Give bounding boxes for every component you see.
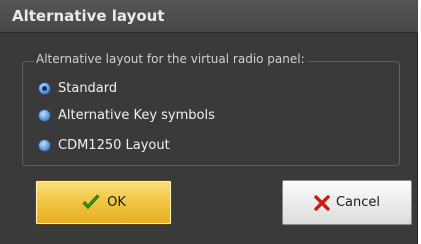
radio-button-checked[interactable]: [38, 81, 51, 95]
x-icon: [314, 194, 330, 211]
alternative-layout-dialog: Alternative layout Alternative layout fo…: [0, 0, 418, 244]
option-label: Alternative Key symbols: [58, 107, 215, 123]
group-label: Alternative layout for the virtual radio…: [34, 52, 307, 66]
titlebar[interactable]: Alternative layout: [0, 0, 418, 33]
option-label: Standard: [58, 80, 118, 96]
radio-button[interactable]: [38, 108, 51, 122]
cancel-button[interactable]: Cancel: [282, 180, 412, 225]
option-standard[interactable]: Standard: [38, 80, 117, 96]
ok-label: OK: [107, 195, 126, 210]
cancel-label: Cancel: [335, 195, 381, 210]
option-label: CDM1250 Layout: [58, 137, 170, 153]
option-cdm1250-layout[interactable]: CDM1250 Layout: [38, 137, 170, 153]
check-icon: [81, 193, 101, 212]
radio-button[interactable]: [38, 138, 51, 152]
dialog-title: Alternative layout: [12, 7, 165, 25]
ok-button[interactable]: OK: [35, 180, 172, 225]
option-alternative-key-symbols[interactable]: Alternative Key symbols: [38, 107, 215, 123]
